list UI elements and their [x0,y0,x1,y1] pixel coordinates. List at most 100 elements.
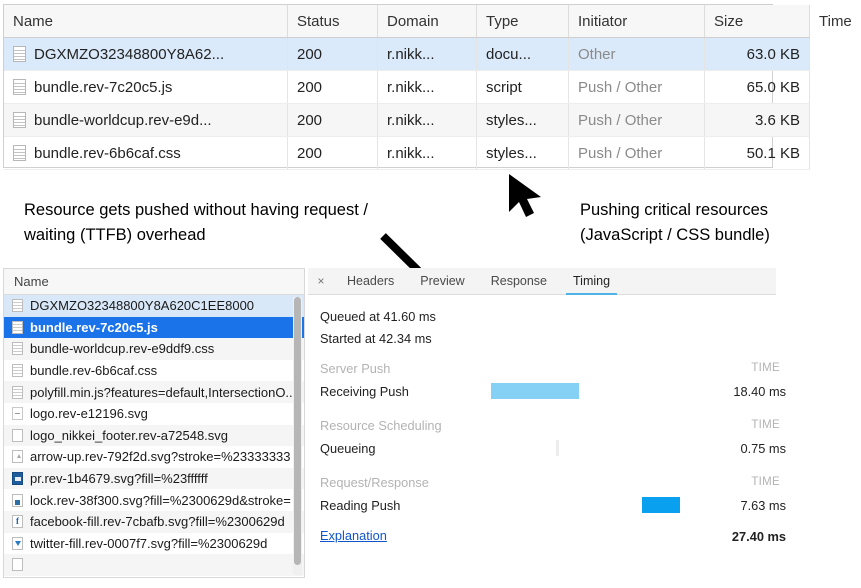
table-row[interactable]: bundle.rev-6b6caf.css 200 r.nikk... styl… [4,137,810,170]
twitter-icon [12,537,23,550]
list-item[interactable]: DGXMZO32348800Y8A620C1EE8000 [4,295,304,317]
started-at-text: Started at 42.34 ms [320,327,858,349]
list-item[interactable]: polyfill.min.js?features=default,Interse… [4,381,304,403]
column-header-initiator[interactable]: Initiator [569,5,705,38]
list-item[interactable]: logo_nikkei_footer.rev-a72548.svg [4,425,304,447]
cell-type: script [477,71,569,104]
timing-bar [556,440,559,456]
list-item[interactable]: twitter-fill.rev-0007f7.svg?fill=%230062… [4,533,304,555]
table-row[interactable]: bundle.rev-7c20c5.js 200 r.nikk... scrip… [4,71,810,104]
cell-size: 3.6 KB [705,104,810,137]
doc-icon [12,321,23,334]
network-table-head: Name Status Domain Type Initiator Size T… [4,5,810,38]
list-item-label: facebook-fill.rev-7cbafb.svg?fill=%23006… [30,514,285,529]
column-header-name[interactable]: Name [4,5,288,38]
doc-icon [12,364,23,377]
cell-name-text: bundle.rev-7c20c5.js [34,79,172,96]
detail-tabbar: × Headers Preview Response Timing [308,268,776,295]
request-detail-panel: × Headers Preview Response Timing Queued… [308,268,858,584]
cell-name: DGXMZO32348800Y8A62... [4,38,288,71]
list-item-label: logo.rev-e12196.svg [30,406,148,421]
explanation-link[interactable]: Explanation [320,528,387,543]
cell-status: 200 [288,71,378,104]
timing-bar [642,497,680,513]
list-item[interactable]: logo.rev-e12196.svg [4,403,304,425]
table-row[interactable]: DGXMZO32348800Y8A62... 200 r.nikk... doc… [4,38,810,71]
list-item[interactable]: bundle.rev-7c20c5.js [4,317,304,339]
timing-row-label: Reading Push [320,498,400,513]
tab-headers[interactable]: Headers [334,268,407,294]
cell-size: 65.0 KB [705,71,810,104]
list-item-label: DGXMZO32348800Y8A620C1EE8000 [30,298,254,313]
list-item-label: twitter-fill.rev-0007f7.svg?fill=%230062… [30,536,267,551]
list-item-partial[interactable] [4,554,304,576]
tab-timing[interactable]: Timing [560,268,623,294]
table-row[interactable]: bundle-worldcup.rev-e9d... 200 r.nikk...… [4,104,810,137]
file-list: DGXMZO32348800Y8A620C1EE8000 bundle.rev-… [4,295,304,576]
queued-at-text: Queued at 41.60 ms [320,305,858,327]
close-icon[interactable]: × [308,268,334,294]
cell-name: bundle.rev-6b6caf.css [4,137,288,170]
list-item[interactable]: arrow-up.rev-792f2d.svg?stroke=%23333333 [4,446,304,468]
cell-initiator: Other [569,38,705,71]
network-request-table: Name Status Domain Type Initiator Size T… [3,4,773,168]
list-item[interactable]: pr.rev-1b4679.svg?fill=%23ffffff [4,468,304,490]
cell-name-text: bundle.rev-6b6caf.css [34,145,181,162]
column-header-status[interactable]: Status [288,5,378,38]
timing-row-time: 7.63 ms [740,498,786,513]
list-item[interactable]: lock.rev-38f300.svg?fill=%2300629d&strok… [4,489,304,511]
document-icon [13,112,26,128]
annotation-right-text: Pushing critical resources (JavaScript /… [580,198,855,248]
timing-row-time: 18.40 ms [733,384,786,399]
time-column-label: TIME [751,419,780,431]
file-list-scrollbar[interactable] [293,297,302,575]
cell-domain: r.nikk... [378,137,477,170]
cell-name: bundle-worldcup.rev-e9d... [4,104,288,137]
timing-bar [491,383,579,399]
list-item-label: pr.rev-1b4679.svg?fill=%23ffffff [30,471,208,486]
document-icon [13,145,26,161]
timing-row-reading-push: Reading Push 7.63 ms [320,495,858,520]
tab-response[interactable]: Response [478,268,560,294]
doc-icon [12,299,23,312]
tab-preview[interactable]: Preview [407,268,477,294]
pr-icon [12,472,23,485]
column-header-type[interactable]: Type [477,5,569,38]
list-item[interactable]: bundle-worldcup.rev-e9ddf9.css [4,338,304,360]
list-item-label: lock.rev-38f300.svg?fill=%2300629d&strok… [30,493,291,508]
cell-type: styles... [477,137,569,170]
arrow-up-icon [12,450,23,463]
cell-name: bundle.rev-7c20c5.js [4,71,288,104]
timing-row-queueing: Queueing 0.75 ms [320,438,858,463]
facebook-icon: f [12,515,23,528]
list-item-label: arrow-up.rev-792f2d.svg?stroke=%23333333 [30,449,291,464]
file-list-header[interactable]: Name [4,269,304,295]
document-icon [13,46,26,62]
lock-icon [12,494,23,507]
devtools-panel: Name DGXMZO32348800Y8A620C1EE8000 bundle… [3,268,858,584]
column-header-size[interactable]: Size [705,5,810,38]
dash-icon [12,407,23,420]
cell-domain: r.nikk... [378,104,477,137]
cell-domain: r.nikk... [378,71,477,104]
blank-icon [12,558,23,571]
cell-initiator: Push / Other [569,104,705,137]
time-column-label: TIME [751,476,780,488]
total-time: 27.40 ms [732,529,786,544]
list-item[interactable]: bundle.rev-6b6caf.css [4,360,304,382]
timing-row-label: Receiving Push [320,384,409,399]
timing-content: Queued at 41.60 ms Started at 42.34 ms S… [308,295,858,554]
request-file-list-panel: Name DGXMZO32348800Y8A620C1EE8000 bundle… [3,268,305,578]
column-header-domain[interactable]: Domain [378,5,477,38]
cell-name-text: bundle-worldcup.rev-e9d... [34,112,212,129]
cell-status: 200 [288,104,378,137]
document-icon [13,79,26,95]
scrollbar-thumb[interactable] [294,297,301,565]
explanation-row: Explanation 27.40 ms [320,528,858,554]
list-item-label: logo_nikkei_footer.rev-a72548.svg [30,428,228,443]
list-item-label: bundle.rev-7c20c5.js [30,320,158,335]
timing-row-label: Queueing [320,441,376,456]
timing-row-receiving-push: Receiving Push 18.40 ms [320,381,858,406]
section-header-request-response: Request/Response TIME [320,463,858,495]
list-item[interactable]: f facebook-fill.rev-7cbafb.svg?fill=%2300… [4,511,304,533]
